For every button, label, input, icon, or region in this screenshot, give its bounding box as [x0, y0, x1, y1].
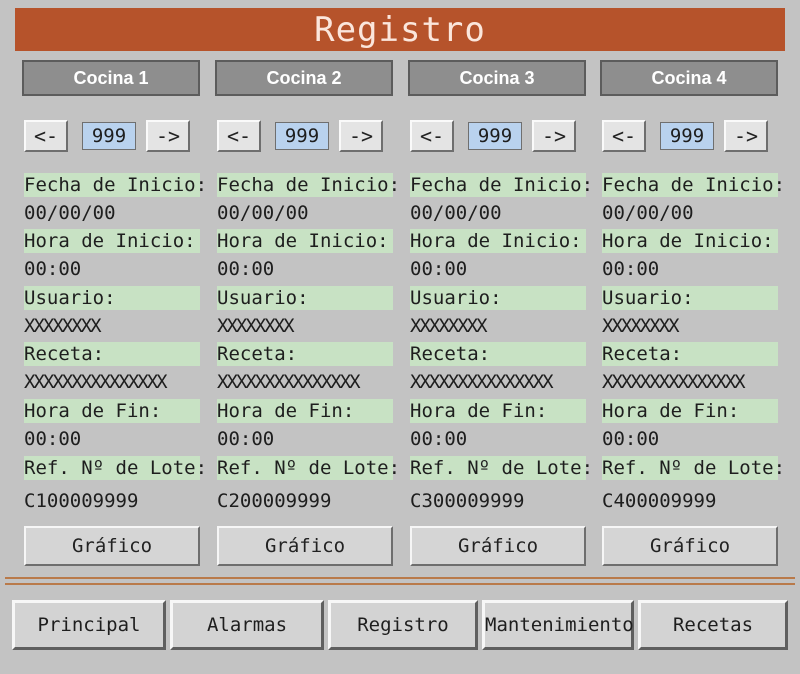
- recipe-label: Receta:: [602, 342, 778, 366]
- recipe-value: XXXXXXXXXXXXXXX: [217, 371, 361, 393]
- start-time-value: 00:00: [24, 258, 82, 280]
- recipe-value: XXXXXXXXXXXXXXX: [602, 371, 746, 393]
- prev-record-button[interactable]: <-: [602, 120, 646, 152]
- start-time-value: 00:00: [602, 258, 660, 280]
- next-record-button[interactable]: ->: [724, 120, 768, 152]
- nav-recetas-button[interactable]: Recetas: [638, 600, 788, 650]
- end-time-label: Hora de Fin:: [24, 399, 200, 423]
- start-time-label: Hora de Inicio:: [217, 229, 393, 253]
- record-counter-field[interactable]: 999: [275, 122, 329, 150]
- nav-mantenimiento-button[interactable]: Mantenimiento: [482, 600, 634, 650]
- lot-ref-value: C200009999: [217, 490, 332, 512]
- nav-registro-button[interactable]: Registro: [328, 600, 478, 650]
- lot-ref-label: Ref. Nº de Lote:: [602, 456, 786, 480]
- record-counter-field[interactable]: 999: [82, 122, 136, 150]
- lot-ref-label: Ref. Nº de Lote:: [24, 456, 208, 480]
- start-time-label: Hora de Inicio:: [410, 229, 586, 253]
- prev-record-button[interactable]: <-: [24, 120, 68, 152]
- end-time-value: 00:00: [24, 428, 82, 450]
- kitchen-panel-4: Cocina 4 <- 999 -> Fecha de Inicio: 00/0…: [600, 60, 786, 570]
- graph-button[interactable]: Gráfico: [602, 526, 778, 566]
- lot-ref-value: C300009999: [410, 490, 525, 512]
- record-counter-field[interactable]: 999: [468, 122, 522, 150]
- end-time-label: Hora de Fin:: [217, 399, 393, 423]
- end-time-value: 00:00: [602, 428, 660, 450]
- start-time-label: Hora de Inicio:: [24, 229, 200, 253]
- recipe-value: XXXXXXXXXXXXXXX: [24, 371, 168, 393]
- record-navigator: <- 999 ->: [410, 120, 586, 160]
- kitchen-panel-3: Cocina 3 <- 999 -> Fecha de Inicio: 00/0…: [408, 60, 594, 570]
- recipe-label: Receta:: [410, 342, 586, 366]
- start-date-label: Fecha de Inicio:: [602, 173, 786, 197]
- recipe-label: Receta:: [24, 342, 200, 366]
- start-date-label: Fecha de Inicio:: [410, 173, 594, 197]
- start-date-value: 00/00/00: [24, 202, 116, 224]
- user-label: Usuario:: [410, 286, 586, 310]
- recipe-value: XXXXXXXXXXXXXXX: [410, 371, 554, 393]
- kitchen-header: Cocina 1: [22, 60, 200, 96]
- end-time-label: Hora de Fin:: [410, 399, 586, 423]
- prev-record-button[interactable]: <-: [217, 120, 261, 152]
- start-time-label: Hora de Inicio:: [602, 229, 778, 253]
- lot-ref-label: Ref. Nº de Lote:: [217, 456, 401, 480]
- start-date-label: Fecha de Inicio:: [217, 173, 401, 197]
- kitchen-header: Cocina 2: [215, 60, 393, 96]
- next-record-button[interactable]: ->: [532, 120, 576, 152]
- next-record-button[interactable]: ->: [339, 120, 383, 152]
- page-title: Registro: [15, 8, 785, 51]
- lot-ref-label: Ref. Nº de Lote:: [410, 456, 594, 480]
- kitchen-panel-1: Cocina 1 <- 999 -> Fecha de Inicio: 00/0…: [22, 60, 208, 570]
- lot-ref-value: C400009999: [602, 490, 717, 512]
- user-label: Usuario:: [217, 286, 393, 310]
- graph-button[interactable]: Gráfico: [410, 526, 586, 566]
- nav-principal-button[interactable]: Principal: [12, 600, 166, 650]
- end-time-value: 00:00: [217, 428, 275, 450]
- lot-ref-value: C100009999: [24, 490, 139, 512]
- user-value: XXXXXXXX: [217, 315, 295, 337]
- start-date-label: Fecha de Inicio:: [24, 173, 208, 197]
- nav-alarmas-button[interactable]: Alarmas: [170, 600, 324, 650]
- next-record-button[interactable]: ->: [146, 120, 190, 152]
- start-date-value: 00/00/00: [410, 202, 502, 224]
- start-date-value: 00/00/00: [602, 202, 694, 224]
- divider-line: [5, 583, 795, 585]
- kitchen-panel-2: Cocina 2 <- 999 -> Fecha de Inicio: 00/0…: [215, 60, 401, 570]
- user-label: Usuario:: [602, 286, 778, 310]
- kitchen-header: Cocina 4: [600, 60, 778, 96]
- divider-line: [5, 577, 795, 579]
- prev-record-button[interactable]: <-: [410, 120, 454, 152]
- user-value: XXXXXXXX: [410, 315, 488, 337]
- record-navigator: <- 999 ->: [602, 120, 778, 160]
- kitchen-header: Cocina 3: [408, 60, 586, 96]
- user-value: XXXXXXXX: [602, 315, 680, 337]
- start-time-value: 00:00: [217, 258, 275, 280]
- user-label: Usuario:: [24, 286, 200, 310]
- record-counter-field[interactable]: 999: [660, 122, 714, 150]
- record-navigator: <- 999 ->: [217, 120, 393, 160]
- recipe-label: Receta:: [217, 342, 393, 366]
- graph-button[interactable]: Gráfico: [24, 526, 200, 566]
- record-navigator: <- 999 ->: [24, 120, 200, 160]
- start-date-value: 00/00/00: [217, 202, 309, 224]
- end-time-label: Hora de Fin:: [602, 399, 778, 423]
- end-time-value: 00:00: [410, 428, 468, 450]
- user-value: XXXXXXXX: [24, 315, 102, 337]
- start-time-value: 00:00: [410, 258, 468, 280]
- graph-button[interactable]: Gráfico: [217, 526, 393, 566]
